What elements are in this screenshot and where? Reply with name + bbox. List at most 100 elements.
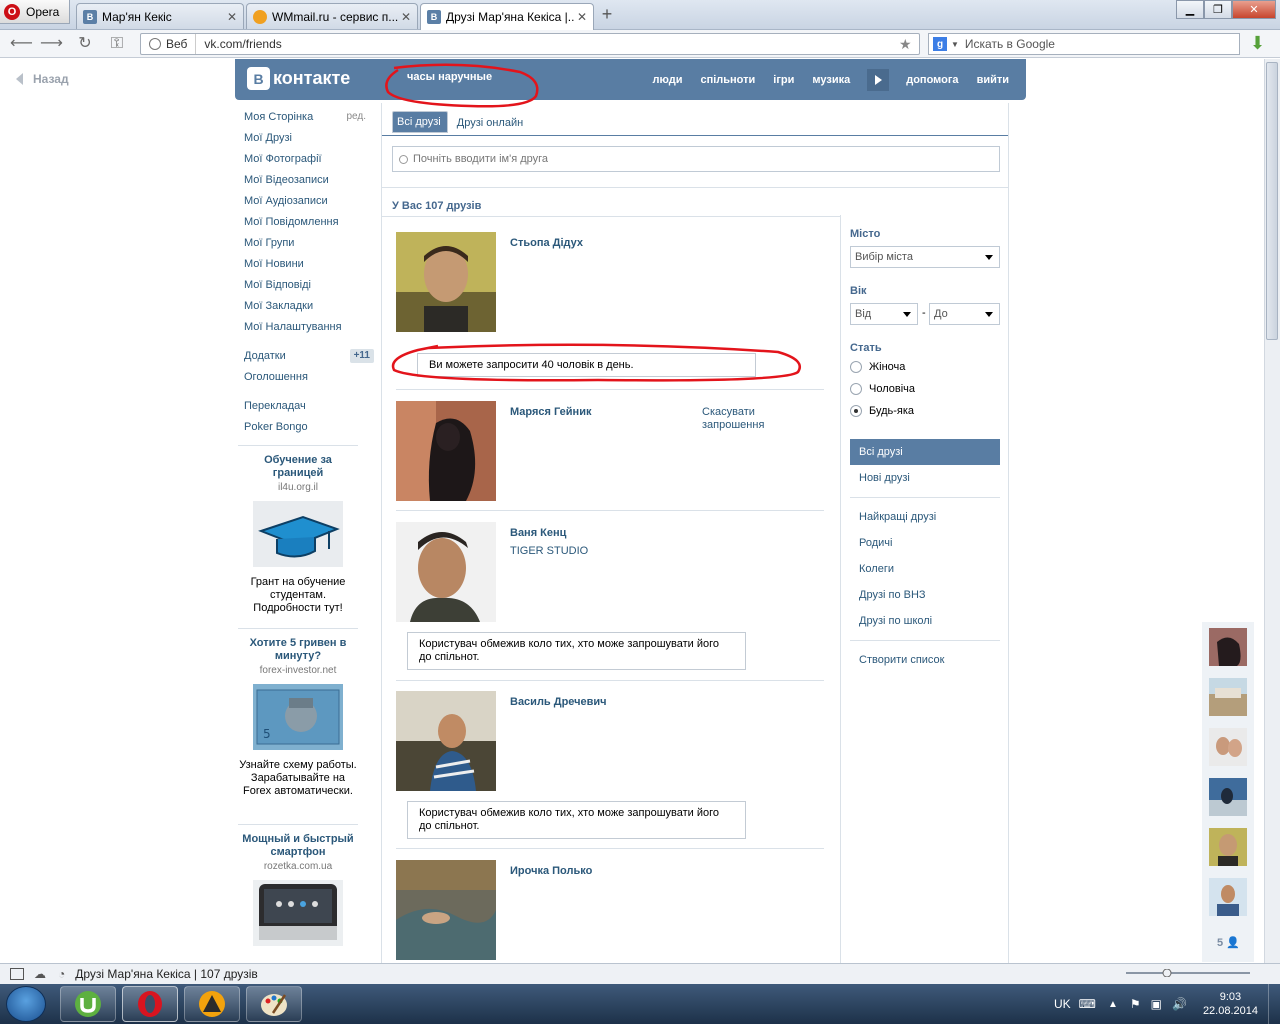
online-friend-thumb[interactable] bbox=[1209, 678, 1247, 716]
ad-block-3[interactable]: Мощный и быстрый смартфон rozetka.com.ua bbox=[238, 833, 358, 946]
browser-tab-3-active[interactable]: В Друзі Мар'яна Кекіса |... ✕ bbox=[420, 3, 594, 30]
browser-tab-2[interactable]: WMmail.ru - сервис п... ✕ bbox=[246, 3, 418, 29]
tab-friends-online[interactable]: Друзі онлайн bbox=[448, 111, 532, 136]
list-all-friends[interactable]: Всі друзі bbox=[850, 439, 1000, 465]
volume-icon[interactable]: 🔊 bbox=[1172, 997, 1187, 1011]
reload-icon[interactable]: ↻ bbox=[74, 34, 96, 54]
language-indicator[interactable]: UK bbox=[1054, 997, 1071, 1011]
online-friend-thumb[interactable] bbox=[1209, 628, 1247, 666]
ad-block-2[interactable]: Хотите 5 гривен в минуту? forex-investor… bbox=[238, 637, 358, 798]
flag-icon[interactable]: ⚑ bbox=[1130, 997, 1141, 1011]
online-friend-thumb[interactable] bbox=[1209, 728, 1247, 766]
list-school-friends[interactable]: Друзі по школі bbox=[850, 608, 1000, 634]
list-university-friends[interactable]: Друзі по ВНЗ bbox=[850, 582, 1000, 608]
forward-arrow-icon[interactable]: ⟶ bbox=[40, 34, 63, 54]
nav-people[interactable]: люди bbox=[643, 74, 691, 86]
menu-item-poker-bongo[interactable]: Poker Bongo bbox=[244, 420, 374, 441]
ad-block-1[interactable]: Обучение за границей il4u.org.il Грант н… bbox=[238, 454, 358, 615]
friend-name[interactable]: Маряся Гейник bbox=[510, 406, 591, 418]
friend-name[interactable]: Стьопа Дідух bbox=[510, 237, 583, 249]
nav-games[interactable]: ігри bbox=[764, 74, 803, 86]
smartphone-ad-image[interactable] bbox=[253, 880, 343, 946]
list-relatives[interactable]: Родичі bbox=[850, 530, 1000, 556]
graduation-cap-ad-image[interactable] bbox=[253, 501, 343, 567]
nav-music[interactable]: музика bbox=[803, 74, 859, 86]
keyboard-icon[interactable]: ⌨ bbox=[1079, 997, 1096, 1011]
music-play-icon[interactable] bbox=[867, 68, 890, 91]
menu-item-photos[interactable]: Мої Фотографії bbox=[244, 152, 374, 173]
ad-title[interactable]: Мощный и быстрый смартфон bbox=[238, 833, 358, 859]
friend-avatar[interactable] bbox=[396, 232, 496, 332]
nav-logout[interactable]: вийти bbox=[968, 74, 1026, 86]
tab-close-icon[interactable]: ✕ bbox=[575, 10, 589, 24]
speed-dial-icon[interactable]: ◔ bbox=[58, 967, 65, 981]
page-scrollbar-thumb[interactable] bbox=[1266, 62, 1278, 340]
menu-item-my-page[interactable]: Моя Сторінка ред. bbox=[244, 110, 374, 131]
tab-all-friends[interactable]: Всі друзі bbox=[392, 111, 448, 133]
tab-close-icon[interactable]: ✕ bbox=[399, 10, 413, 24]
city-select[interactable]: Вибір міста bbox=[850, 246, 1000, 268]
create-list-link[interactable]: Створити список bbox=[850, 647, 1000, 673]
menu-item-groups[interactable]: Мої Групи bbox=[244, 236, 374, 257]
opera-menu-button[interactable]: O Opera bbox=[0, 0, 70, 24]
menu-item-videos[interactable]: Мої Відеозаписи bbox=[244, 173, 374, 194]
edit-link[interactable]: ред. bbox=[346, 110, 366, 131]
list-colleagues[interactable]: Колеги bbox=[850, 556, 1000, 582]
window-close-icon[interactable]: ✕ bbox=[1232, 0, 1276, 19]
hryvnia-banknote-ad-image[interactable]: 5 bbox=[253, 684, 343, 750]
panel-toggle-icon[interactable] bbox=[10, 968, 24, 980]
web-scheme-badge[interactable]: Веб bbox=[141, 34, 197, 54]
friend-avatar[interactable] bbox=[396, 522, 496, 622]
radio-circle[interactable] bbox=[850, 383, 862, 395]
ad-title[interactable]: Обучение за границей bbox=[238, 454, 358, 480]
paint-taskbar-button[interactable] bbox=[246, 986, 302, 1022]
zoom-slider[interactable] bbox=[1126, 969, 1250, 977]
utorrent-taskbar-button[interactable] bbox=[60, 986, 116, 1022]
sex-radio-any[interactable]: Будь-яка bbox=[850, 400, 914, 422]
friend-avatar[interactable] bbox=[396, 691, 496, 791]
online-friend-thumb[interactable] bbox=[1209, 878, 1247, 916]
menu-item-ads[interactable]: Оголошення bbox=[244, 370, 374, 391]
online-count[interactable]: 5 👤 bbox=[1217, 936, 1240, 949]
bookmark-star-icon[interactable]: ★ bbox=[899, 36, 919, 53]
friend-name[interactable]: Ирочка Полько bbox=[510, 865, 592, 877]
restore-icon[interactable]: ❐ bbox=[1204, 0, 1232, 19]
menu-item-audio[interactable]: Мої Аудіозаписи bbox=[244, 194, 374, 215]
minimize-icon[interactable]: ▁ bbox=[1176, 0, 1204, 19]
radio-circle[interactable] bbox=[850, 361, 862, 373]
windows-start-button[interactable] bbox=[6, 986, 46, 1022]
ad-title[interactable]: Хотите 5 гривен в минуту? bbox=[238, 637, 358, 663]
nav-communities[interactable]: спільноти bbox=[691, 74, 764, 86]
sex-radio-female[interactable]: Жіноча bbox=[850, 356, 905, 378]
menu-item-friends[interactable]: Мої Друзі bbox=[244, 131, 374, 152]
back-arrow-icon[interactable]: ⟵ bbox=[10, 34, 33, 54]
friend-search-input[interactable]: Почніть вводити ім'я друга bbox=[392, 146, 1000, 172]
back-link[interactable]: Назад bbox=[16, 72, 69, 86]
sex-radio-male[interactable]: Чоловіча bbox=[850, 378, 915, 400]
menu-item-bookmarks[interactable]: Мої Закладки bbox=[244, 299, 374, 320]
network-icon[interactable]: ▣ bbox=[1151, 997, 1162, 1011]
opera-taskbar-button[interactable] bbox=[122, 986, 178, 1022]
nav-help[interactable]: допомога bbox=[897, 74, 967, 86]
google-search-field[interactable]: g ▼ Искать в Google bbox=[928, 33, 1240, 55]
menu-item-messages[interactable]: Мої Повідомлення bbox=[244, 215, 374, 236]
menu-item-news[interactable]: Мої Новини bbox=[244, 257, 374, 278]
online-friend-thumb[interactable] bbox=[1209, 778, 1247, 816]
friend-avatar[interactable] bbox=[396, 860, 496, 960]
vk-logo[interactable]: В контакте bbox=[247, 67, 350, 90]
menu-item-settings[interactable]: Мої Налаштування bbox=[244, 320, 374, 341]
list-new-friends[interactable]: Нові друзі bbox=[850, 465, 1000, 491]
taskbar-clock[interactable]: 9:03 22.08.2014 bbox=[1203, 990, 1258, 1018]
menu-item-answers[interactable]: Мої Відповіді bbox=[244, 278, 374, 299]
address-bar[interactable]: Веб vk.com/friends ★ bbox=[140, 33, 920, 55]
aimp-taskbar-button[interactable] bbox=[184, 986, 240, 1022]
radio-circle-selected[interactable] bbox=[850, 405, 862, 417]
cancel-invite-link[interactable]: Скасувати запрошення bbox=[702, 406, 812, 432]
download-arrow-icon[interactable]: ⬇ bbox=[1250, 34, 1270, 54]
key-icon[interactable]: ⚿ bbox=[106, 34, 128, 54]
list-best-friends[interactable]: Найкращі друзі bbox=[850, 504, 1000, 530]
online-friend-thumb[interactable] bbox=[1209, 828, 1247, 866]
browser-tab-1[interactable]: В Мар'ян Кекіс ✕ bbox=[76, 3, 244, 29]
url-text[interactable]: vk.com/friends bbox=[196, 37, 899, 51]
age-from-select[interactable]: Від bbox=[850, 303, 918, 325]
